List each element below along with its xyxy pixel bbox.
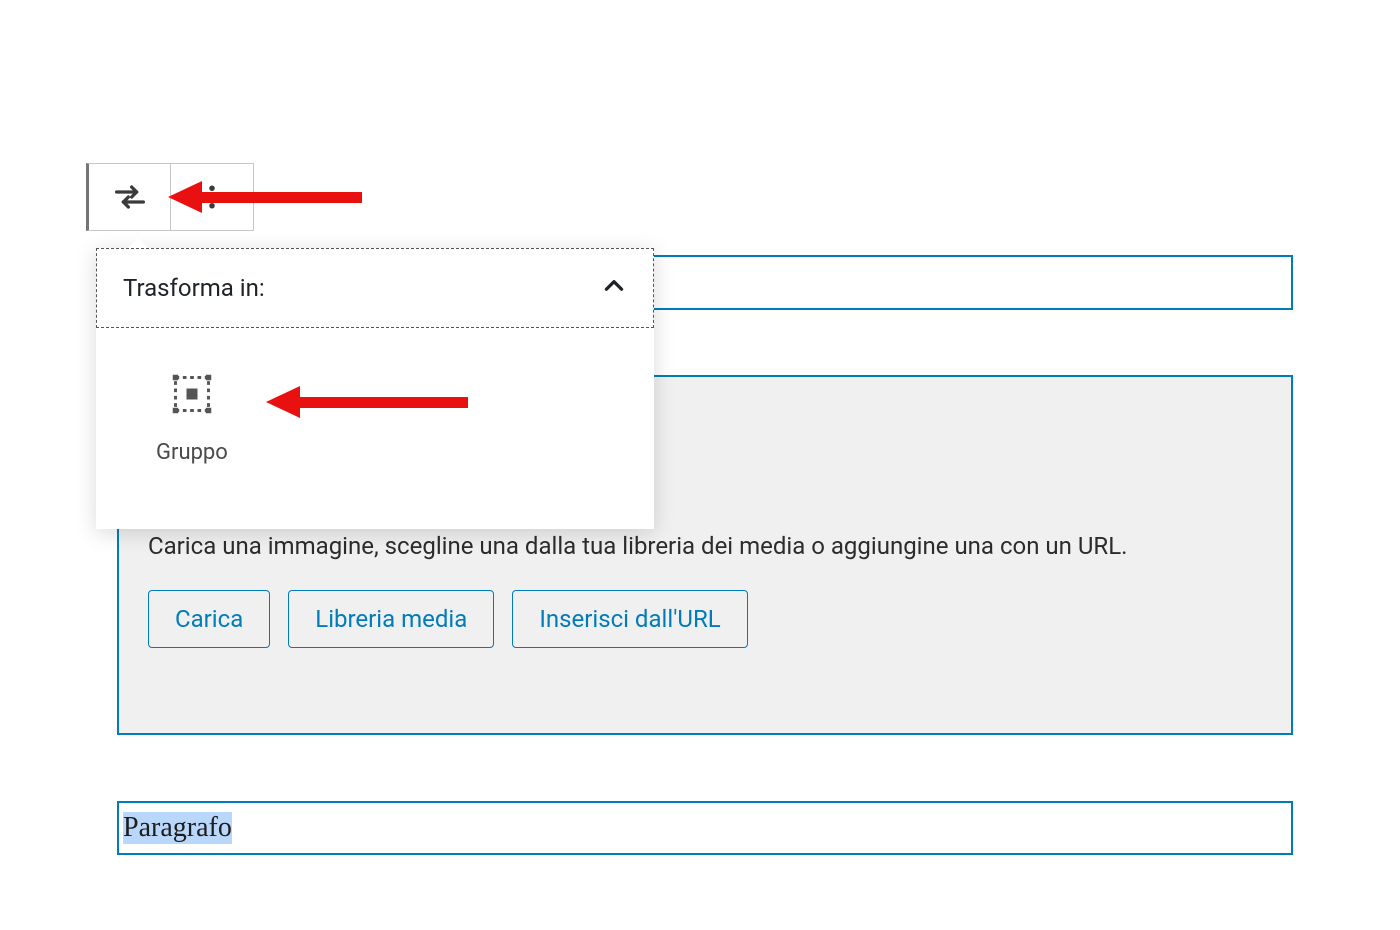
upload-button[interactable]: Carica — [148, 590, 270, 648]
transform-button[interactable] — [89, 164, 171, 230]
transform-popover-title: Trasforma in: — [123, 274, 265, 302]
insert-from-url-button[interactable]: Inserisci dall'URL — [512, 590, 747, 648]
group-icon — [170, 372, 214, 416]
annotation-arrow-toolbar — [168, 181, 362, 213]
arrow-head-icon — [168, 181, 202, 213]
transform-option-gruppo[interactable]: Gruppo — [126, 368, 258, 469]
editor-canvas: Carica una immagine, scegline una dalla … — [0, 80, 1400, 930]
media-library-button[interactable]: Libreria media — [288, 590, 494, 648]
image-block-actions: Carica Libreria media Inserisci dall'URL — [148, 590, 748, 648]
image-block-instruction: Carica una immagine, scegline una dalla … — [148, 532, 1127, 560]
transform-popover-body: Gruppo — [96, 328, 654, 529]
paragraph-block-text: Paragrafo — [123, 812, 232, 844]
paragraph-block[interactable]: Paragrafo — [117, 801, 1293, 855]
arrow-line — [202, 192, 362, 203]
annotation-arrow-gruppo — [266, 386, 468, 418]
arrow-head-icon — [266, 386, 300, 418]
chevron-up-icon — [601, 273, 627, 303]
transform-icon — [110, 177, 150, 217]
arrow-line — [300, 397, 468, 408]
transform-popover-header[interactable]: Trasforma in: — [96, 248, 654, 328]
transform-option-label: Gruppo — [156, 440, 228, 465]
